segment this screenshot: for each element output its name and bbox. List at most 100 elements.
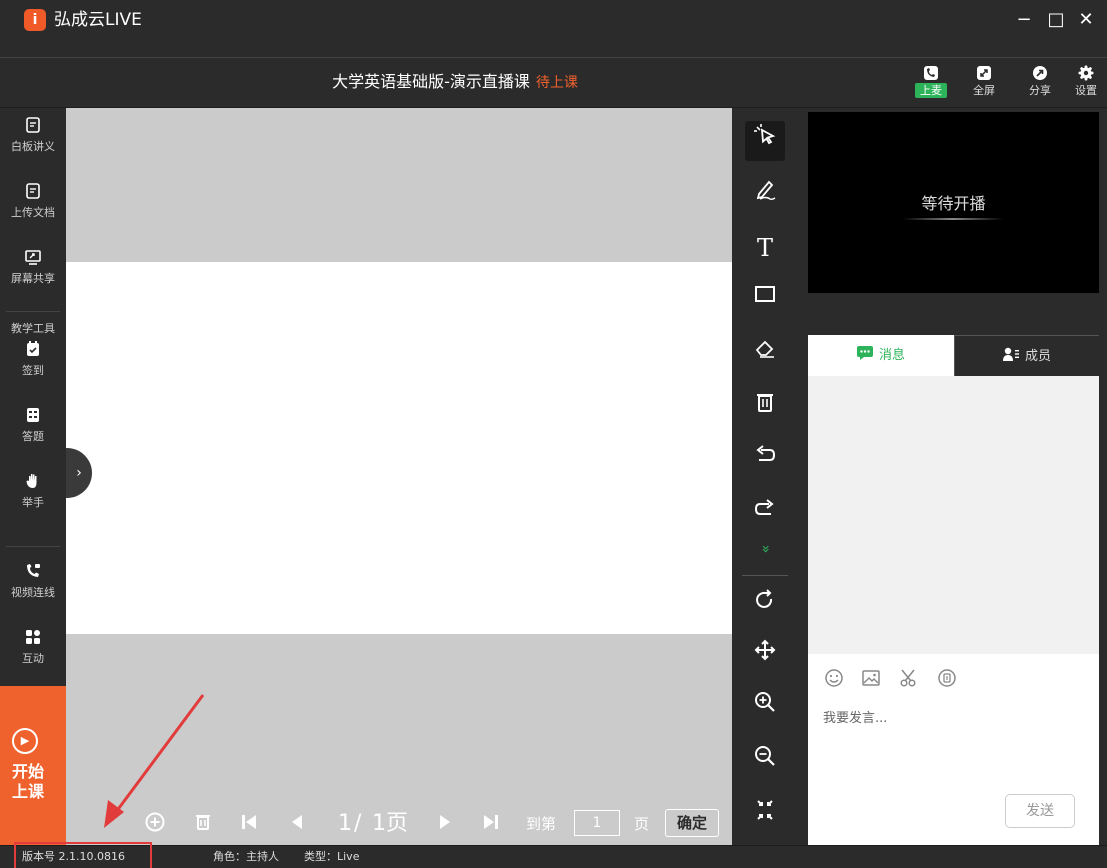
- app-logo-icon: i: [24, 9, 46, 31]
- sidebar-item-video-call[interactable]: 视频连线: [0, 554, 66, 614]
- app-title: 弘成云LIVE: [54, 10, 142, 30]
- video-preview: 等待开播: [808, 112, 1099, 293]
- confirm-page-button[interactable]: 确定: [665, 809, 719, 837]
- share-button[interactable]: 分享: [1019, 60, 1061, 106]
- left-sidebar: 白板讲义 上传文档 屏幕共享 教学工具 签到 答题 举手 视频连线 互动 ▶ 开…: [0, 108, 66, 845]
- video-call-icon: [24, 562, 42, 580]
- rotate-icon[interactable]: [745, 586, 785, 626]
- course-title: 大学英语基础版-演示直播课 待上课: [0, 60, 910, 104]
- sidebar-item-screen-share[interactable]: 屏幕共享: [0, 240, 66, 300]
- toolbar-divider: [742, 575, 788, 576]
- members-icon: [1002, 347, 1019, 361]
- title-bar: i 弘成云LIVE − □ ✕: [0, 0, 1107, 60]
- share-label: 分享: [1029, 84, 1051, 97]
- interaction-icon: [24, 628, 42, 646]
- tab-messages[interactable]: 消息: [808, 335, 954, 376]
- page-current: 1: [338, 811, 352, 836]
- sidebar-item-checkin[interactable]: 签到: [0, 332, 66, 392]
- mention-icon[interactable]: [936, 668, 958, 690]
- fit-screen-icon[interactable]: [745, 796, 785, 836]
- undo-icon[interactable]: [745, 440, 785, 480]
- whiteboard-area[interactable]: › 1 / 1页 到第 页: [66, 108, 732, 845]
- whiteboard-page[interactable]: [66, 262, 732, 634]
- chat-tabs: 消息 成员: [808, 335, 1099, 376]
- more-tools-icon[interactable]: »: [745, 532, 785, 566]
- chat-message-list[interactable]: [808, 376, 1099, 654]
- sidebar-item-label: 举手: [22, 496, 44, 509]
- course-status: 待上课: [535, 75, 578, 91]
- version-label: 版本号 2.1.10.0816: [22, 850, 125, 863]
- start-class-label: 开始上课: [12, 762, 45, 801]
- sidebar-item-label: 屏幕共享: [11, 272, 55, 285]
- delete-page-icon[interactable]: [190, 811, 216, 837]
- phone-video-icon: [922, 64, 940, 82]
- sidebar-divider: [6, 546, 60, 547]
- chat-icon: [856, 346, 873, 360]
- sidebar-item-label: 视频连线: [11, 586, 55, 599]
- settings-button[interactable]: 设置: [1065, 60, 1107, 106]
- minimize-button[interactable]: −: [1012, 8, 1036, 32]
- fullscreen-button[interactable]: 全屏: [963, 60, 1005, 106]
- video-placeholder-underline: [903, 218, 1003, 220]
- sidebar-item-raise-hand[interactable]: 举手: [0, 464, 66, 524]
- zoom-out-icon[interactable]: [745, 742, 785, 782]
- move-icon[interactable]: [745, 636, 785, 676]
- settings-label: 设置: [1075, 84, 1097, 97]
- raise-hand-icon: [24, 472, 42, 490]
- sidebar-item-label: 白板讲义: [11, 140, 55, 153]
- fullscreen-icon: [975, 64, 993, 82]
- page-separator: /: [354, 811, 362, 836]
- last-page-icon[interactable]: [478, 811, 504, 837]
- eraser-tool-icon[interactable]: [745, 334, 785, 374]
- sidebar-item-label: 签到: [22, 364, 44, 377]
- message-input[interactable]: [823, 706, 1083, 730]
- pen-tool-icon[interactable]: [745, 176, 785, 216]
- first-page-icon[interactable]: [236, 811, 262, 837]
- video-placeholder-text: 等待开播: [921, 194, 986, 213]
- tab-members[interactable]: 成员: [954, 335, 1099, 376]
- join-mic-label: 上麦: [915, 83, 947, 98]
- close-button[interactable]: ✕: [1074, 8, 1098, 32]
- sidebar-item-label: 答题: [22, 430, 44, 443]
- tab-messages-label: 消息: [878, 348, 905, 363]
- sidebar-item-label: 上传文档: [11, 206, 55, 219]
- goto-page-input[interactable]: [574, 810, 620, 836]
- sidebar-item-whiteboard[interactable]: 白板讲义: [0, 108, 66, 168]
- course-header: 大学英语基础版-演示直播课 待上课 上麦 全屏 分享 设置: [0, 60, 1107, 108]
- screen-share-icon: [24, 248, 42, 266]
- rectangle-tool-icon[interactable]: [745, 280, 785, 320]
- screenshot-scissors-icon[interactable]: [898, 668, 920, 690]
- checkin-icon: [24, 340, 42, 358]
- quiz-icon: [24, 406, 42, 424]
- next-page-icon[interactable]: [432, 811, 458, 837]
- start-class-button[interactable]: ▶ 开始上课: [0, 686, 66, 845]
- clear-tool-icon[interactable]: [745, 388, 785, 428]
- title-divider: [0, 57, 1107, 58]
- sidebar-item-quiz[interactable]: 答题: [0, 398, 66, 458]
- select-tool-icon[interactable]: [745, 121, 785, 161]
- zoom-in-icon[interactable]: [745, 688, 785, 728]
- page-controls: 1 / 1页 到第 页 确定: [66, 803, 732, 845]
- image-icon[interactable]: [860, 668, 882, 690]
- fullscreen-label: 全屏: [973, 84, 995, 97]
- redo-icon[interactable]: [745, 494, 785, 534]
- prev-page-icon[interactable]: [284, 811, 310, 837]
- gear-icon: [1077, 64, 1095, 82]
- join-mic-button[interactable]: 上麦: [910, 60, 952, 106]
- drawing-toolbar: T »: [732, 108, 797, 845]
- right-panel: 等待开播 消息 成员 我要发言... 发送: [797, 108, 1107, 845]
- send-button[interactable]: 发送: [1005, 794, 1075, 828]
- sidebar-item-upload-doc[interactable]: 上传文档: [0, 174, 66, 234]
- sidebar-item-interaction[interactable]: 互动: [0, 620, 66, 680]
- emoji-icon[interactable]: [823, 668, 845, 690]
- text-tool-icon[interactable]: T: [745, 228, 785, 268]
- maximize-button[interactable]: □: [1044, 8, 1068, 32]
- whiteboard-icon: [24, 116, 42, 134]
- chat-input-area: 发送: [808, 654, 1099, 845]
- goto-page-label: 到第: [526, 815, 557, 833]
- add-page-icon[interactable]: [142, 811, 168, 837]
- page-total: 1页: [372, 811, 408, 836]
- sidebar-item-label: 互动: [22, 652, 44, 665]
- type-label: 类型：Live: [304, 850, 360, 863]
- play-circle-icon: ▶: [12, 728, 38, 754]
